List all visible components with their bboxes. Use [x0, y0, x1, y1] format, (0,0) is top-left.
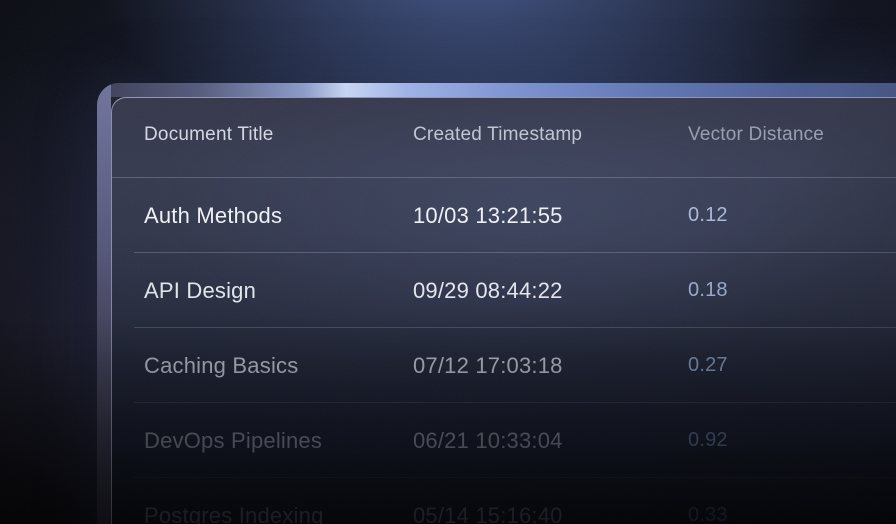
- created-timestamp-cell: 10/03 13:21:55: [413, 178, 563, 253]
- created-timestamp-cell: 06/21 10:33:04: [413, 403, 563, 478]
- document-title-cell: Auth Methods: [144, 178, 282, 253]
- document-title-cell: Postgres Indexing: [144, 478, 324, 524]
- bezel-top-highlight: [97, 83, 896, 97]
- table-row[interactable]: Caching Basics 07/12 17:03:18 0.27: [112, 328, 896, 403]
- column-header-created-timestamp: Created Timestamp: [413, 98, 582, 177]
- table-body: Auth Methods 10/03 13:21:55 0.12 API Des…: [112, 178, 896, 524]
- screenshot-root: Document Title Created Timestamp Vector …: [0, 0, 896, 524]
- table-row[interactable]: DevOps Pipelines 06/21 10:33:04 0.92: [112, 403, 896, 478]
- document-title-cell: DevOps Pipelines: [144, 403, 322, 478]
- created-timestamp-cell: 05/14 15:16:40: [413, 478, 563, 524]
- table-header-row: Document Title Created Timestamp Vector …: [112, 98, 896, 178]
- table-row[interactable]: Auth Methods 10/03 13:21:55 0.12: [112, 178, 896, 253]
- column-header-document-title: Document Title: [144, 98, 274, 177]
- table-row[interactable]: API Design 09/29 08:44:22 0.18: [112, 253, 896, 328]
- document-title-cell: API Design: [144, 253, 256, 328]
- vector-distance-cell: 0.33: [688, 478, 728, 524]
- vector-distance-cell: 0.12: [688, 178, 728, 253]
- table-row[interactable]: Postgres Indexing 05/14 15:16:40 0.33: [112, 478, 896, 524]
- vector-distance-cell: 0.27: [688, 328, 728, 403]
- bezel-left-highlight: [97, 83, 111, 524]
- created-timestamp-cell: 09/29 08:44:22: [413, 253, 563, 328]
- created-timestamp-cell: 07/12 17:03:18: [413, 328, 563, 403]
- table-card-bezel: Document Title Created Timestamp Vector …: [97, 83, 896, 524]
- vector-distance-cell: 0.18: [688, 253, 728, 328]
- column-header-vector-distance: Vector Distance: [688, 98, 824, 177]
- vector-distance-cell: 0.92: [688, 403, 728, 478]
- documents-table-panel: Document Title Created Timestamp Vector …: [111, 97, 896, 524]
- document-title-cell: Caching Basics: [144, 328, 298, 403]
